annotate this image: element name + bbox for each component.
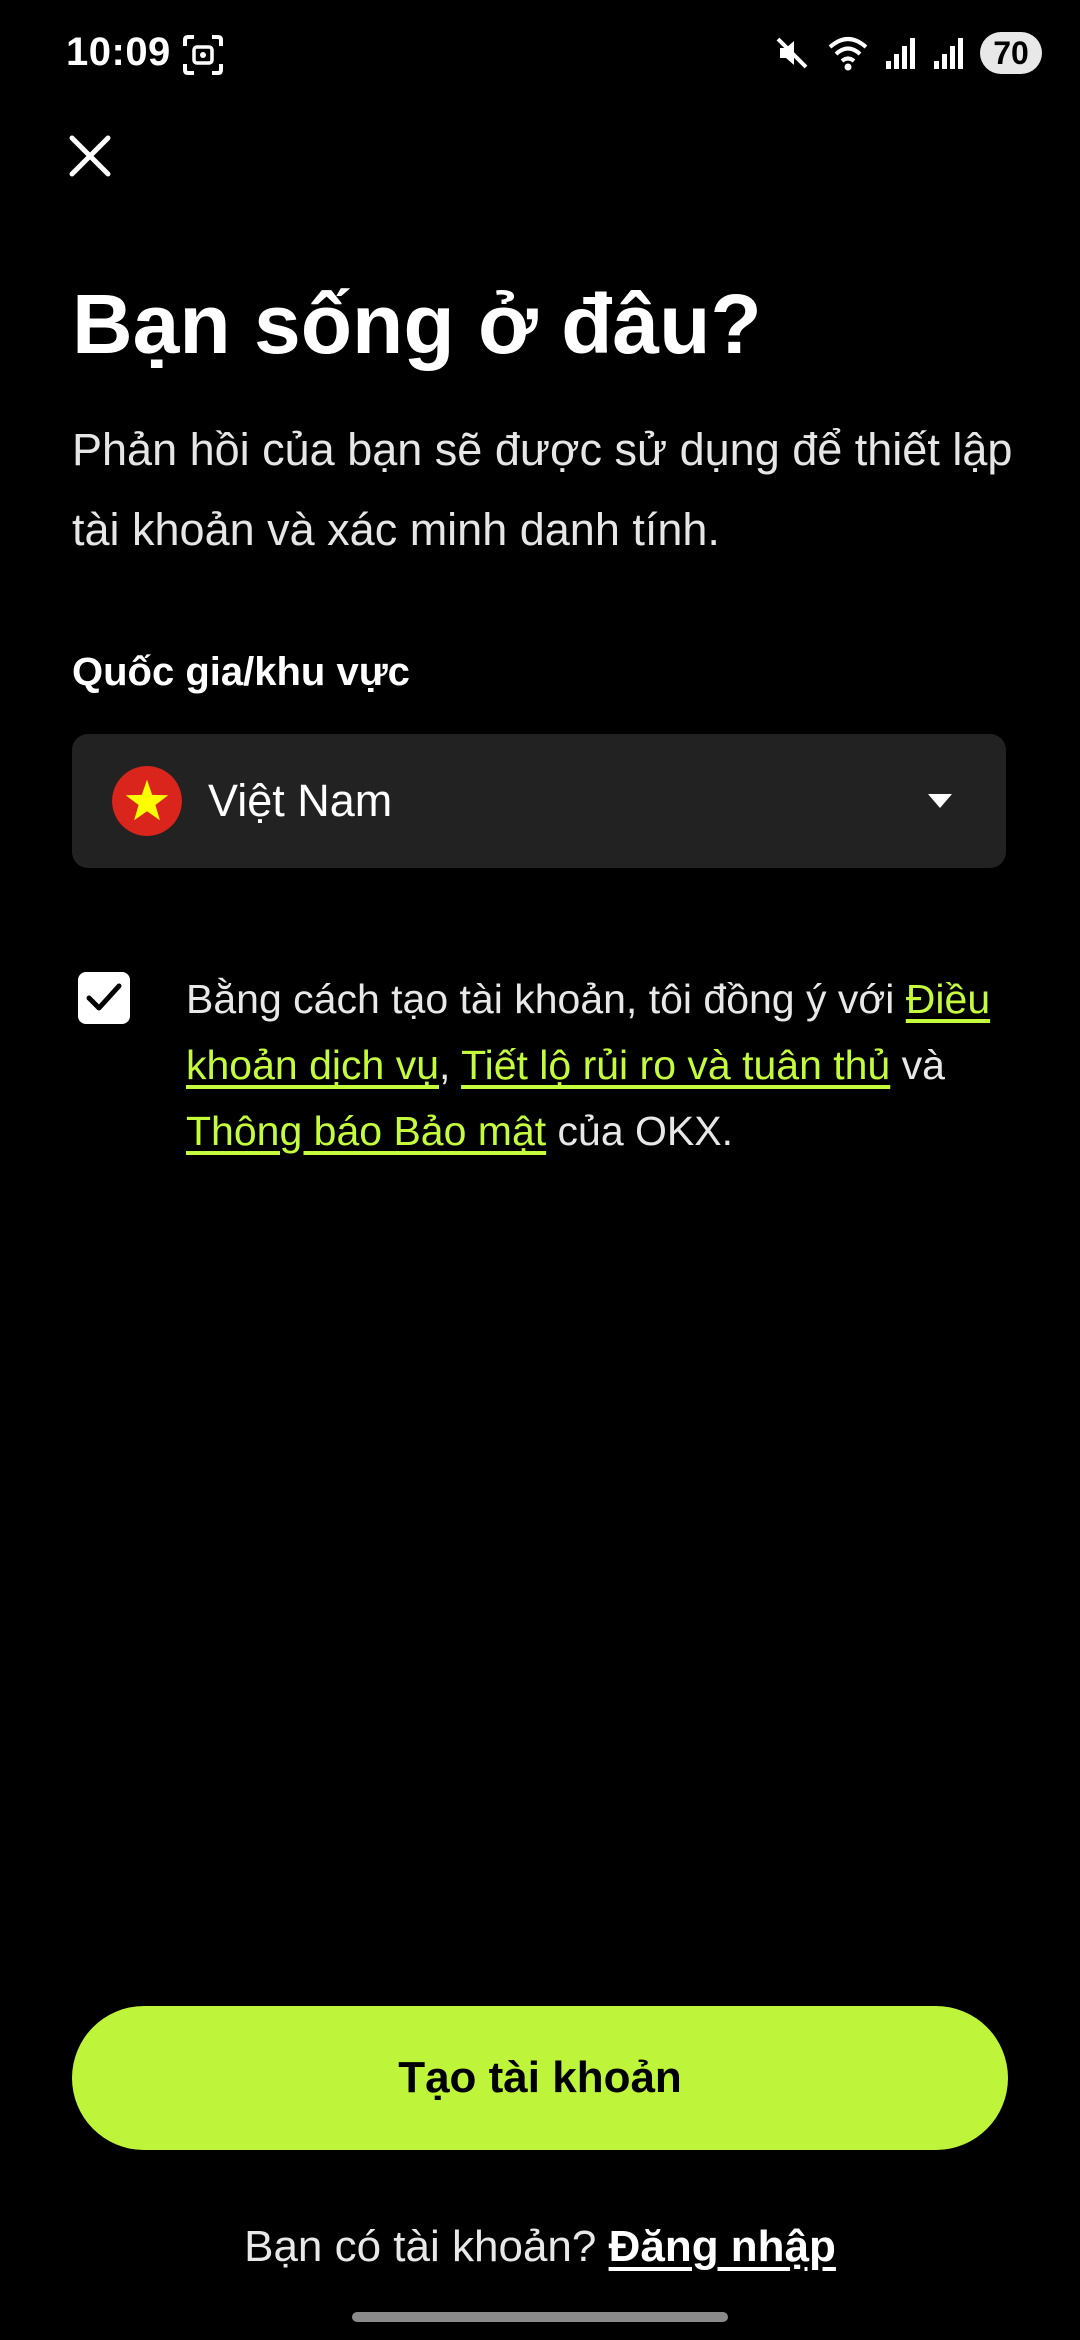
close-icon — [69, 135, 111, 177]
battery-level: 70 — [980, 32, 1042, 74]
signal-icon — [884, 35, 918, 71]
risk-disclosure-link[interactable]: Tiết lộ rủi ro và tuân thủ — [461, 1042, 890, 1088]
terms-outro: của OKX. — [546, 1108, 734, 1154]
status-time: 10:09 — [66, 30, 171, 74]
page-subtitle: Phản hồi của bạn sẽ được sử dụng để thiế… — [72, 424, 1013, 555]
terms-separator: và — [890, 1042, 945, 1088]
status-icons: 70 — [772, 28, 1042, 78]
signal-icon — [932, 35, 966, 71]
home-indicator[interactable] — [352, 2312, 728, 2322]
login-prompt: Bạn có tài khoản? Đăng nhập — [0, 2222, 1080, 2272]
country-select[interactable]: Việt Nam — [72, 734, 1006, 868]
login-link[interactable]: Đăng nhập — [609, 2222, 836, 2271]
screenshot-icon — [182, 34, 224, 76]
wifi-icon — [826, 33, 870, 73]
mute-icon — [772, 33, 812, 73]
page-title: Bạn sống ở đâu? — [72, 277, 762, 371]
have-account-text: Bạn có tài khoản? — [244, 2222, 609, 2271]
create-account-button[interactable]: Tạo tài khoản — [72, 2006, 1008, 2150]
check-icon — [86, 983, 122, 1011]
terms-text: Bằng cách tạo tài khoản, tôi đồng ý với … — [186, 966, 1016, 1164]
selected-country: Việt Nam — [208, 775, 393, 826]
privacy-notice-link[interactable]: Thông báo Bảo mật — [186, 1108, 546, 1154]
chevron-down-icon — [928, 794, 952, 808]
terms-intro: Bằng cách tạo tài khoản, tôi đồng ý với — [186, 976, 906, 1022]
terms-checkbox[interactable] — [78, 972, 130, 1024]
country-field-label: Quốc gia/khu vực — [72, 650, 410, 694]
vietnam-flag-icon — [112, 766, 182, 836]
terms-separator: , — [439, 1042, 462, 1088]
close-button[interactable] — [62, 128, 118, 184]
status-bar: 10:09 70 — [0, 0, 1080, 110]
